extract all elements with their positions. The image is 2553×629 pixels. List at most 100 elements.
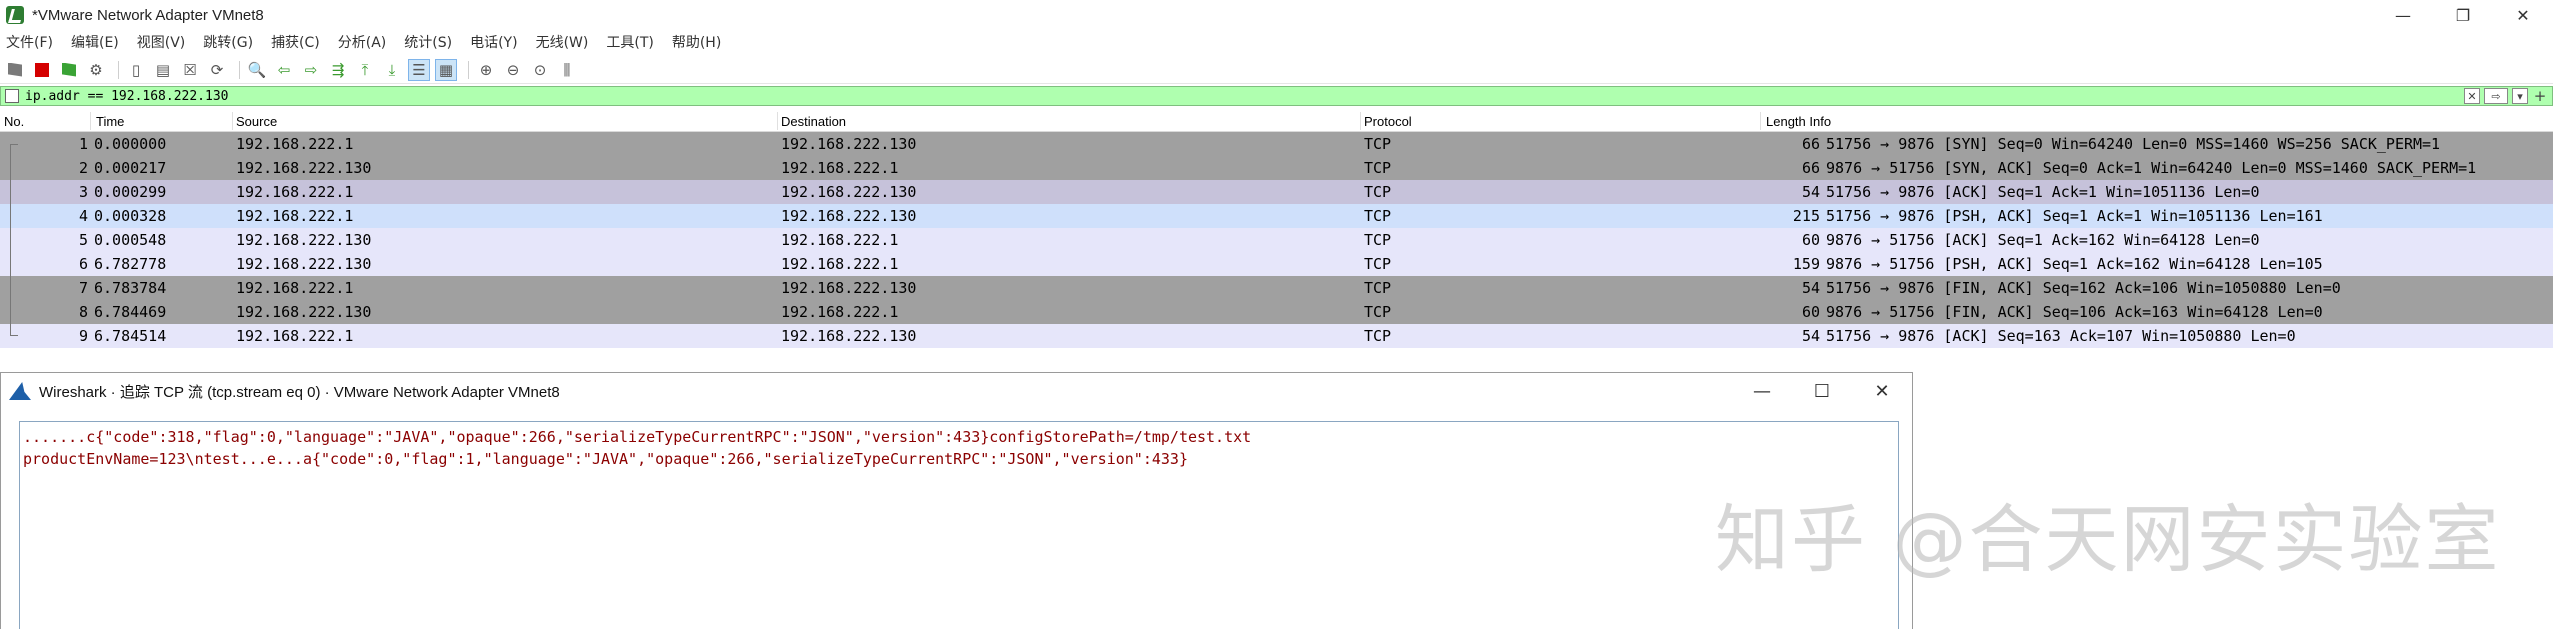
- menu-go[interactable]: 跳转(G): [203, 32, 253, 52]
- dialog-minimize-button[interactable]: —: [1732, 373, 1792, 409]
- find-icon[interactable]: 🔍: [246, 59, 268, 81]
- packet-no: 4: [78, 207, 88, 225]
- packet-source: 192.168.222.130: [236, 255, 372, 273]
- packet-protocol: TCP: [1364, 135, 1392, 153]
- packet-length: 60: [1801, 231, 1820, 249]
- packet-no: 5: [78, 231, 88, 249]
- bookmark-icon[interactable]: [5, 89, 19, 103]
- maximize-button[interactable]: ❐: [2433, 0, 2493, 30]
- menu-telephony[interactable]: 电话(Y): [470, 32, 517, 52]
- packet-time: 6.782778: [94, 255, 167, 273]
- menu-capture[interactable]: 捕获(C): [271, 32, 320, 52]
- column-time[interactable]: Time: [96, 114, 124, 129]
- restart-icon[interactable]: [58, 59, 80, 81]
- shark-fin-icon[interactable]: [4, 59, 26, 81]
- goto-icon[interactable]: ⇶: [327, 59, 349, 81]
- packet-protocol: TCP: [1364, 183, 1392, 201]
- packet-no: 2: [78, 159, 88, 177]
- close-file-icon[interactable]: ☒: [179, 59, 201, 81]
- packet-row[interactable]: 5 0.000548 192.168.222.130 192.168.222.1 TCP…: [0, 228, 2553, 252]
- zoom-reset-icon[interactable]: ⊙: [529, 59, 551, 81]
- column-length-info[interactable]: Length Info: [1766, 114, 1831, 129]
- packet-protocol: TCP: [1364, 255, 1392, 273]
- filter-history-icon[interactable]: ▾: [2512, 88, 2528, 104]
- watermark: 知乎 @合天网安实验室: [1715, 497, 2501, 583]
- back-icon[interactable]: ⇦: [273, 59, 295, 81]
- close-button[interactable]: ✕: [2493, 0, 2553, 30]
- minimize-button[interactable]: —: [2373, 0, 2433, 30]
- clear-filter-icon[interactable]: ✕: [2464, 88, 2480, 104]
- packet-time: 6.784514: [94, 327, 167, 345]
- stop-icon[interactable]: [31, 59, 53, 81]
- packet-protocol: TCP: [1364, 231, 1392, 249]
- display-filter-input[interactable]: ip.addr == 192.168.222.130: [25, 89, 229, 104]
- packet-time: 0.000217: [94, 159, 167, 177]
- toolbar-separator: [239, 60, 240, 79]
- stream-content[interactable]: .......c{"code":318,"flag":0,"language":…: [19, 421, 1899, 629]
- zoom-in-icon[interactable]: ⊕: [475, 59, 497, 81]
- packet-source: 192.168.222.130: [236, 159, 372, 177]
- column-destination[interactable]: Destination: [781, 114, 846, 129]
- menu-file[interactable]: 文件(F): [6, 32, 53, 52]
- forward-icon[interactable]: ⇨: [300, 59, 322, 81]
- dialog-close-button[interactable]: ✕: [1852, 373, 1912, 409]
- menu-statistics[interactable]: 统计(S): [404, 32, 452, 52]
- reload-icon[interactable]: ⟳: [206, 59, 228, 81]
- open-icon[interactable]: ▯: [125, 59, 147, 81]
- packet-rows: 1 0.000000 192.168.222.1 192.168.222.130 TCP…: [0, 132, 2553, 348]
- toolbar-separator: [118, 60, 119, 79]
- packet-protocol: TCP: [1364, 279, 1392, 297]
- column-source[interactable]: Source: [236, 114, 277, 129]
- add-filter-button-icon[interactable]: +: [2532, 87, 2548, 105]
- packet-length: 54: [1801, 183, 1820, 201]
- packet-destination: 192.168.222.130: [781, 135, 917, 153]
- main-toolbar: ⚙ ▯ ▤ ☒ ⟳ 🔍 ⇦ ⇨ ⇶ ⤒ ⤓ ☰ ▦ ⊕ ⊖ ⊙ ⫼: [0, 56, 2553, 84]
- packet-no: 1: [78, 135, 88, 153]
- resize-columns-icon[interactable]: ⫼: [556, 59, 578, 81]
- menu-analyze[interactable]: 分析(A): [338, 32, 387, 52]
- menu-view[interactable]: 视图(V): [137, 32, 186, 52]
- dialog-title: Wireshark · 追踪 TCP 流 (tcp.stream eq 0) ·…: [39, 383, 560, 401]
- menu-edit[interactable]: 编辑(E): [71, 32, 119, 52]
- wireshark-fin-icon: [9, 382, 31, 400]
- menu-tools[interactable]: 工具(T): [606, 32, 653, 52]
- packet-destination: 192.168.222.130: [781, 183, 917, 201]
- menu-help[interactable]: 帮助(H): [672, 32, 721, 52]
- column-no[interactable]: No.: [4, 114, 24, 129]
- wireshark-logo-icon: [6, 6, 24, 24]
- colorize-icon[interactable]: ▦: [435, 58, 457, 81]
- packet-row[interactable]: 8 6.784469 192.168.222.130 192.168.222.1 TCP…: [0, 300, 2553, 324]
- packet-source: 192.168.222.1: [236, 183, 354, 201]
- first-icon[interactable]: ⤒: [354, 59, 376, 81]
- menu-wireless[interactable]: 无线(W): [536, 32, 589, 52]
- packet-info: 51756 → 9876 [ACK] Seq=163 Ack=107 Win=1…: [1826, 327, 2296, 345]
- packet-info: 51756 → 9876 [FIN, ACK] Seq=162 Ack=106 …: [1826, 279, 2341, 297]
- packet-row[interactable]: 4 0.000328 192.168.222.1 192.168.222.130 TCP…: [0, 204, 2553, 228]
- dialog-maximize-button[interactable]: ☐: [1792, 373, 1852, 409]
- packet-length: 159: [1792, 255, 1820, 273]
- packet-no: 8: [78, 303, 88, 321]
- packet-no: 7: [78, 279, 88, 297]
- packet-row[interactable]: 2 0.000217 192.168.222.130 192.168.222.1 TCP…: [0, 156, 2553, 180]
- options-icon[interactable]: ⚙: [85, 59, 107, 81]
- autoscroll-icon[interactable]: ☰: [408, 58, 430, 81]
- packet-destination: 192.168.222.1: [781, 159, 899, 177]
- last-icon[interactable]: ⤓: [381, 59, 403, 81]
- packet-time: 0.000000: [94, 135, 167, 153]
- packet-length: 66: [1801, 135, 1820, 153]
- save-icon[interactable]: ▤: [152, 59, 174, 81]
- packet-row[interactable]: 3 0.000299 192.168.222.1 192.168.222.130 TCP…: [0, 180, 2553, 204]
- packet-destination: 192.168.222.1: [781, 303, 899, 321]
- column-separator: [777, 112, 778, 130]
- packet-source: 192.168.222.1: [236, 279, 354, 297]
- column-protocol[interactable]: Protocol: [1364, 114, 1412, 129]
- column-separator: [232, 112, 233, 130]
- packet-row[interactable]: 7 6.783784 192.168.222.1 192.168.222.130 TCP…: [0, 276, 2553, 300]
- apply-filter-icon[interactable]: ⇨: [2484, 88, 2508, 104]
- packet-row[interactable]: 1 0.000000 192.168.222.1 192.168.222.130 TCP…: [0, 132, 2553, 156]
- window-controls: — ❐ ✕: [2373, 0, 2553, 30]
- packet-row[interactable]: 6 6.782778 192.168.222.130 192.168.222.1 TCP…: [0, 252, 2553, 276]
- zoom-out-icon[interactable]: ⊖: [502, 59, 524, 81]
- packet-row[interactable]: 9 6.784514 192.168.222.1 192.168.222.130 TCP…: [0, 324, 2553, 348]
- packet-length: 60: [1801, 303, 1820, 321]
